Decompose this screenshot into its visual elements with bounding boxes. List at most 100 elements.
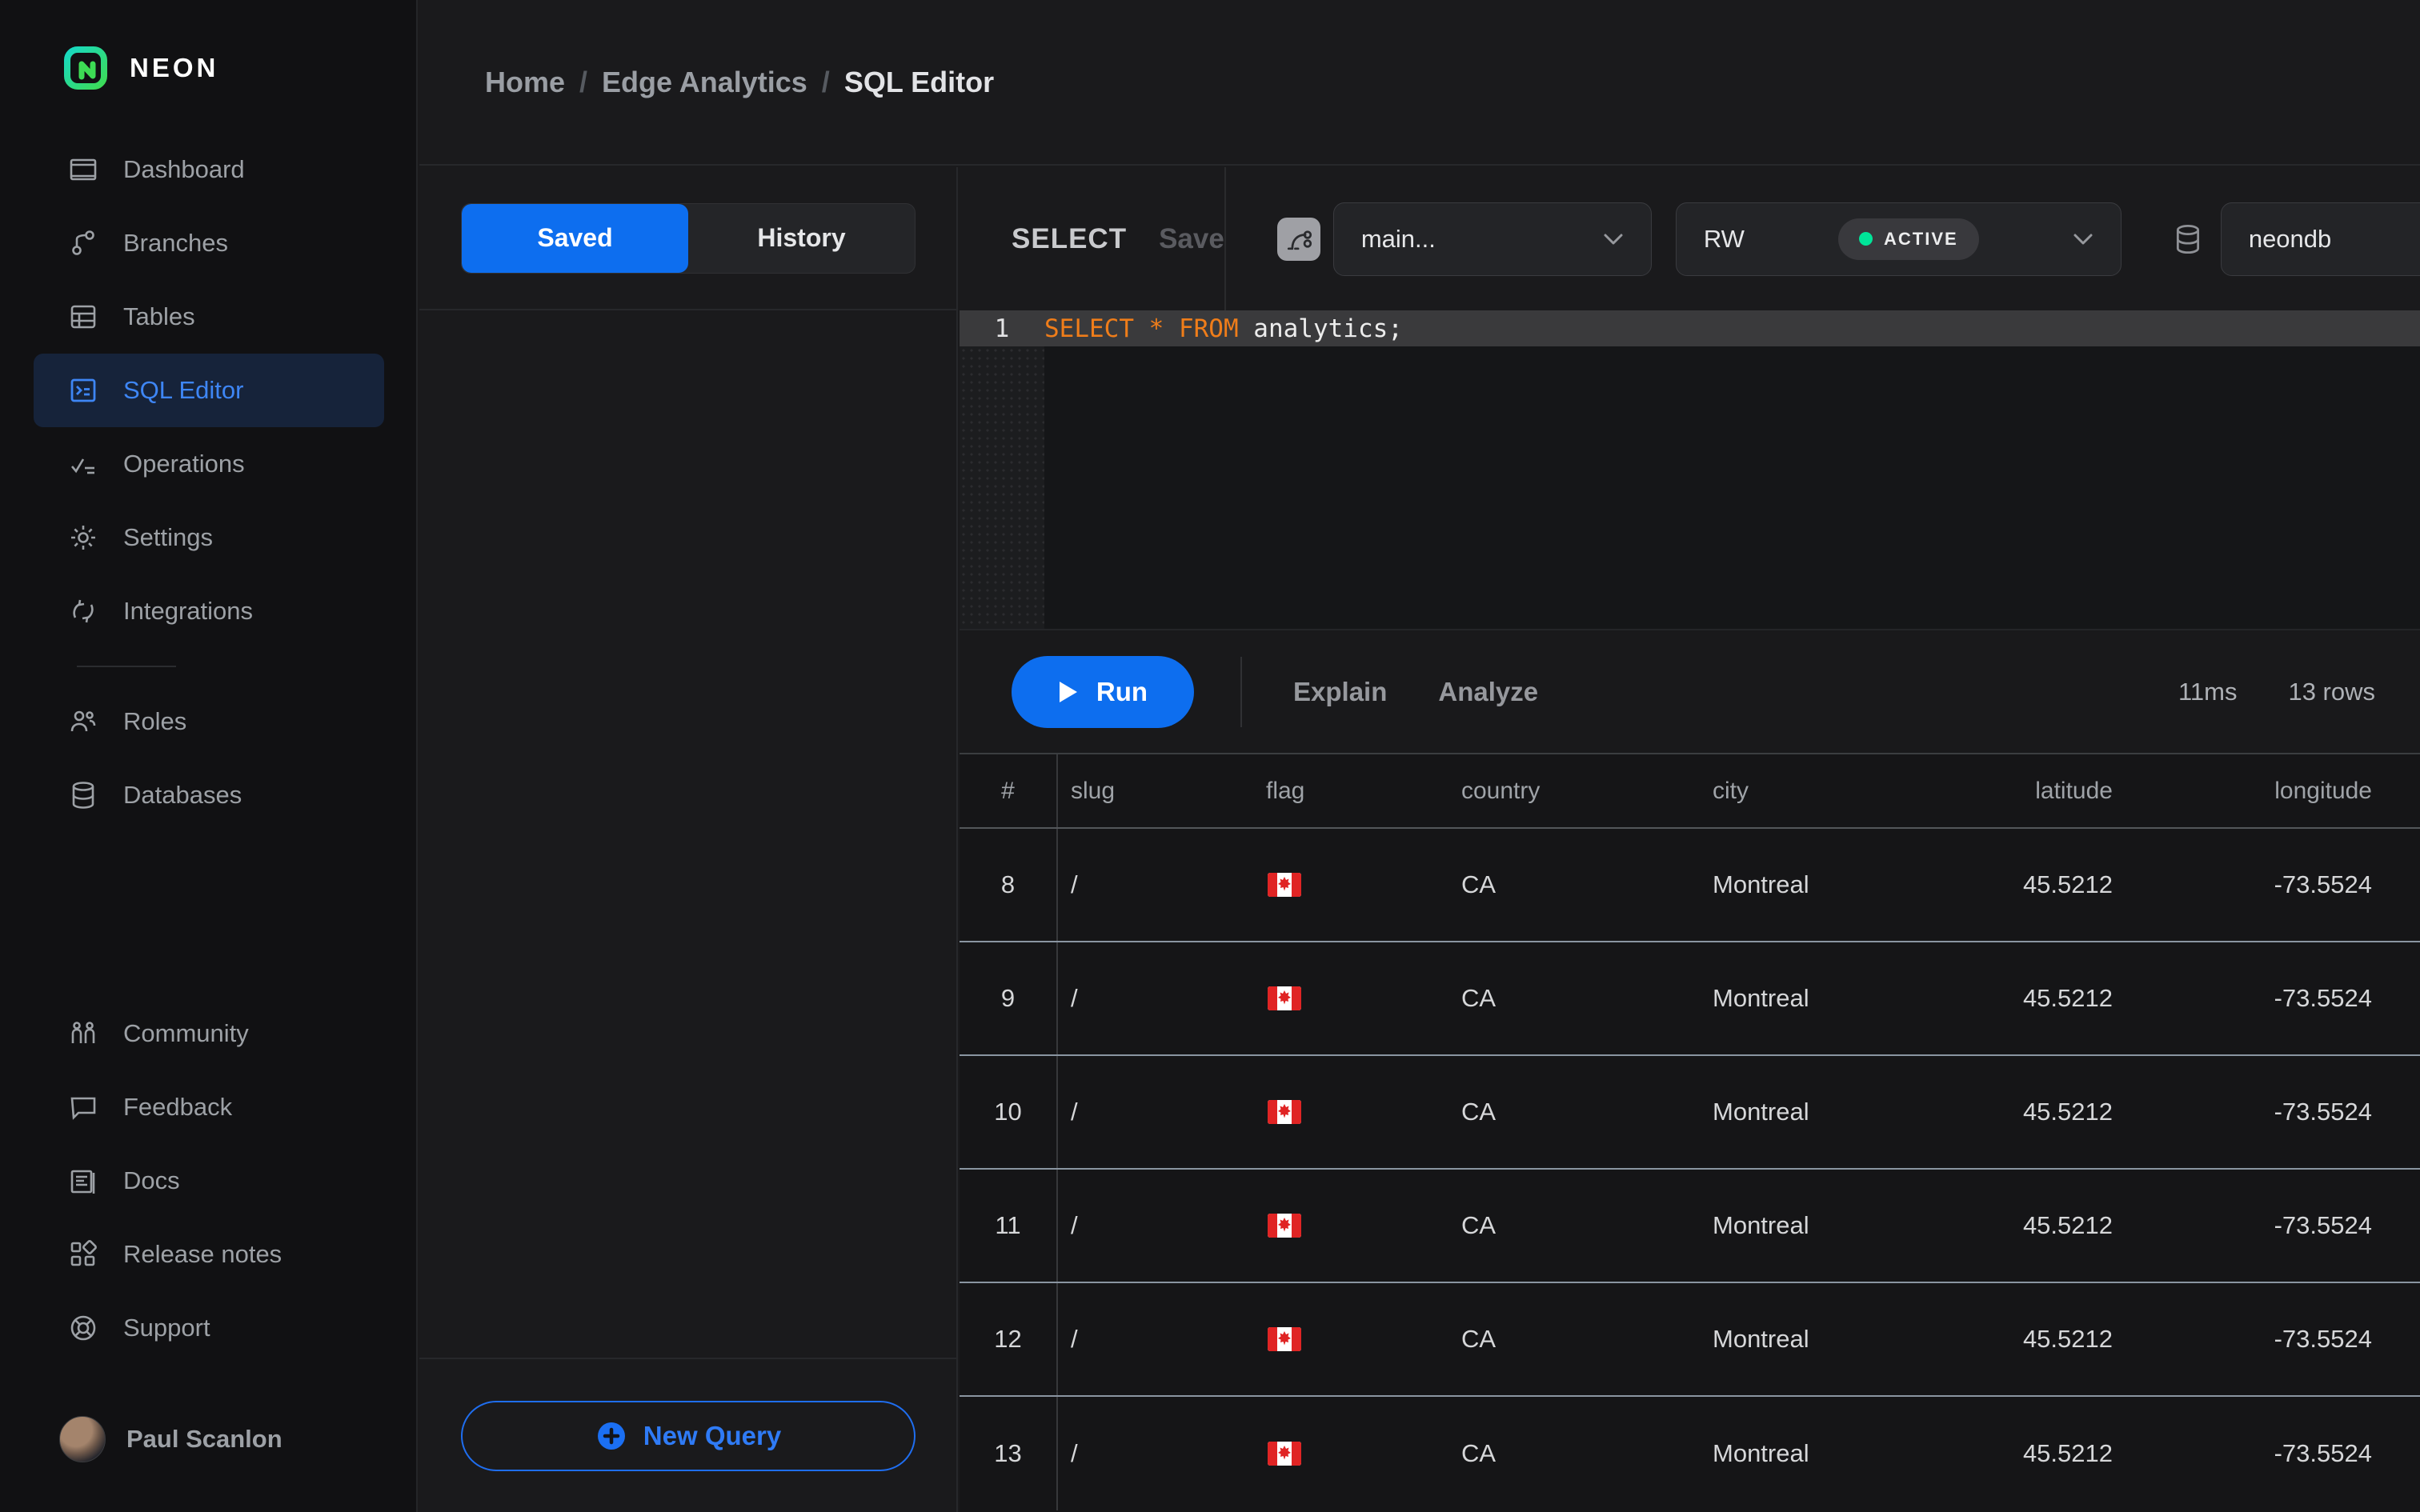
sidebar-item-support[interactable]: Support — [34, 1291, 384, 1365]
sidebar-item-label: Docs — [123, 1166, 180, 1195]
toolbar-divider — [1240, 657, 1242, 727]
neon-logo[interactable]: NEON — [62, 45, 416, 91]
release-notes-icon — [67, 1238, 99, 1270]
branch-compute-button[interactable] — [1277, 218, 1320, 261]
database-icon — [2170, 221, 2206, 258]
chevron-down-icon — [2073, 233, 2093, 246]
table-row: 13 / CA Montreal 45.5212 -73.5524 — [960, 1397, 2420, 1510]
cell-latitude: 45.5212 — [1941, 1211, 2182, 1240]
sidebar-item-label: Settings — [123, 523, 213, 552]
sidebar-item-community[interactable]: Community — [34, 997, 384, 1070]
column-header-longitude: longitude — [2182, 778, 2420, 805]
integrations-icon — [67, 595, 99, 627]
sql-keywords: SELECT * FROM — [1044, 314, 1239, 343]
new-query-button[interactable]: New Query — [461, 1401, 916, 1471]
gear-icon — [67, 522, 99, 554]
sidebar-item-label: Support — [123, 1314, 210, 1342]
play-icon — [1058, 680, 1079, 704]
saved-queries-list-empty — [419, 310, 956, 1358]
tab-history[interactable]: History — [688, 204, 915, 273]
run-button[interactable]: Run — [1012, 656, 1194, 728]
compute-select[interactable]: RW ACTIVE — [1676, 202, 2122, 276]
breadcrumb-separator: / — [579, 66, 587, 99]
cell-country: CA — [1426, 1325, 1677, 1354]
sql-editor-icon — [67, 374, 99, 406]
code-current-line: 1 SELECT * FROM analytics; — [960, 310, 2420, 346]
table-row: 8 / CA Montreal 45.5212 -73.5524 — [960, 829, 2420, 942]
explain-button[interactable]: Explain — [1293, 677, 1387, 707]
cell-flag — [1250, 1439, 1426, 1468]
new-query-label: New Query — [643, 1421, 781, 1451]
sidebar-item-label: Dashboard — [123, 155, 245, 184]
git-branch-icon — [67, 227, 99, 259]
column-header-flag: flag — [1250, 778, 1426, 805]
sidebar-item-branches[interactable]: Branches — [34, 206, 384, 280]
message-icon — [67, 1091, 99, 1123]
code-editor[interactable]: 1 SELECT * FROM analytics; — [960, 310, 2420, 629]
queries-footer: New Query — [419, 1358, 956, 1512]
table-row: 9 / CA Montreal 45.5212 -73.5524 — [960, 942, 2420, 1056]
canada-flag-icon — [1266, 1211, 1426, 1240]
cell-index: 12 — [960, 1283, 1058, 1395]
chevron-down-icon — [1603, 233, 1624, 246]
results-meta: 11ms 13 rows — [2178, 678, 2375, 706]
query-tab-zone: SELECT Save — [960, 167, 1226, 310]
row-count: 13 rows — [2288, 678, 2375, 706]
sidebar-item-label: Tables — [123, 302, 195, 331]
analyze-button[interactable]: Analyze — [1438, 677, 1538, 707]
column-header-index: # — [960, 754, 1058, 827]
cell-flag — [1250, 870, 1426, 899]
cell-latitude: 45.5212 — [1941, 870, 2182, 899]
cell-flag — [1250, 1325, 1426, 1354]
branch-select[interactable]: main... — [1333, 202, 1652, 276]
sidebar-item-dashboard[interactable]: Dashboard — [34, 133, 384, 206]
sidebar-item-tables[interactable]: Tables — [34, 280, 384, 354]
breadcrumb-home[interactable]: Home — [485, 66, 565, 99]
sidebar-item-docs[interactable]: Docs — [34, 1144, 384, 1218]
status-badge: ACTIVE — [1838, 218, 1979, 260]
column-header-country: country — [1426, 778, 1677, 805]
cell-country: CA — [1426, 1211, 1677, 1240]
table-row: 10 / CA Montreal 45.5212 -73.5524 — [960, 1056, 2420, 1170]
breadcrumb-project[interactable]: Edge Analytics — [602, 66, 807, 99]
cell-city: Montreal — [1677, 1325, 1941, 1354]
queries-tab-switcher: Saved History — [461, 203, 916, 274]
cell-slug: / — [1058, 1439, 1250, 1468]
query-tab[interactable]: SELECT — [1012, 223, 1127, 255]
cell-city: Montreal — [1677, 870, 1941, 899]
sidebar-item-label: SQL Editor — [123, 376, 243, 405]
canada-flag-icon — [1266, 1098, 1426, 1126]
sidebar-item-release-notes[interactable]: Release notes — [34, 1218, 384, 1291]
cell-slug: / — [1058, 1325, 1250, 1354]
table-icon — [67, 301, 99, 333]
top-bar: Home / Edge Analytics / SQL Editor — [419, 0, 2420, 166]
sidebar-item-operations[interactable]: Operations — [34, 427, 384, 501]
column-header-city: city — [1677, 778, 1941, 805]
cell-country: CA — [1426, 984, 1677, 1013]
sidebar-item-label: Branches — [123, 229, 228, 258]
query-duration: 11ms — [2178, 678, 2238, 706]
sidebar-item-roles[interactable]: Roles — [34, 685, 384, 758]
canada-flag-icon — [1266, 870, 1426, 899]
sidebar-item-sql-editor[interactable]: SQL Editor — [34, 354, 384, 427]
sidebar-item-label: Release notes — [123, 1240, 282, 1269]
save-button[interactable]: Save — [1159, 223, 1224, 255]
canada-flag-icon — [1266, 1439, 1426, 1468]
cell-index: 11 — [960, 1170, 1058, 1282]
database-icon — [67, 779, 99, 811]
user-menu[interactable]: Paul Scanlon — [59, 1416, 416, 1462]
sql-editor-panel: SELECT Save main... — [960, 167, 2420, 1512]
sidebar-item-feedback[interactable]: Feedback — [34, 1070, 384, 1144]
sidebar-item-databases[interactable]: Databases — [34, 758, 384, 832]
sidebar-item-settings[interactable]: Settings — [34, 501, 384, 574]
tab-saved[interactable]: Saved — [462, 204, 688, 273]
sql-identifier: analytics; — [1239, 314, 1403, 343]
database-select-value: neondb — [2249, 225, 2331, 254]
cell-flag — [1250, 1211, 1426, 1240]
plus-circle-icon — [595, 1420, 627, 1452]
cell-slug: / — [1058, 984, 1250, 1013]
cell-latitude: 45.5212 — [1941, 1439, 2182, 1468]
sidebar-item-integrations[interactable]: Integrations — [34, 574, 384, 648]
database-select[interactable]: neondb — [2221, 202, 2420, 276]
table-row: 11 / CA Montreal 45.5212 -73.5524 — [960, 1170, 2420, 1283]
